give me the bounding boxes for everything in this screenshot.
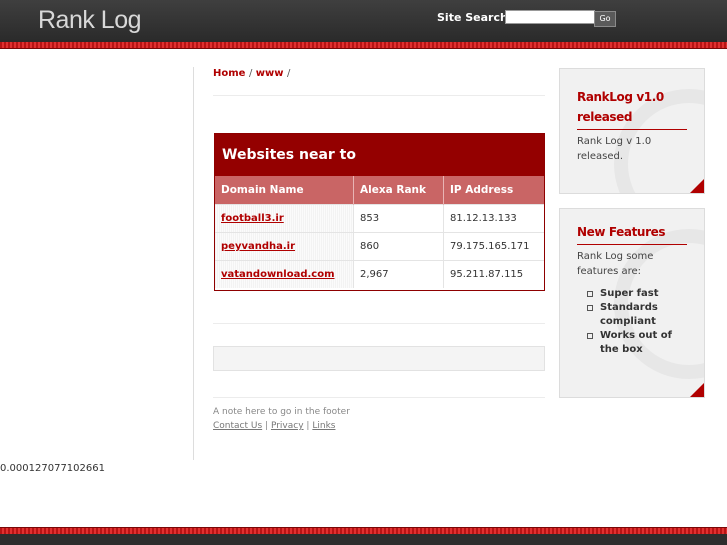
websites-table: Domain Name Alexa Rank IP Address footba… (215, 176, 544, 288)
breadcrumb-www[interactable]: www (256, 68, 284, 79)
footer-stripe (0, 527, 727, 534)
sidebar-box-text: Rank Log v 1.0 released. (577, 136, 652, 162)
panel-title: Websites near to (215, 134, 544, 176)
column-header-rank: Alexa Rank (353, 176, 444, 205)
search-label: Site Search: (437, 11, 513, 24)
breadcrumb-separator: / (248, 68, 253, 79)
search-input[interactable] (505, 10, 595, 24)
features-list: Super fast Standards compliant Works out… (577, 287, 687, 357)
domain-link[interactable]: peyvandha.ir (221, 241, 295, 252)
sidebar-box-title: New Features (577, 222, 687, 245)
domain-cell: football3.ir (215, 204, 354, 233)
sidebar-box-title: RankLog v1.0 released (577, 87, 687, 130)
list-item: Standards compliant (587, 301, 687, 329)
breadcrumb: Home / www / (213, 68, 290, 79)
link-separator: | (265, 421, 269, 431)
breadcrumb-home[interactable]: Home (213, 68, 245, 79)
privacy-link[interactable]: Privacy (271, 421, 304, 431)
sidebar-box-features: New Features Rank Log some features are:… (559, 208, 705, 398)
corner-fold-icon (690, 383, 704, 397)
domain-cell: vatandownload.com (215, 260, 354, 288)
header-stripe (0, 42, 727, 49)
header-bar: Rank Log Site Search: Go (0, 0, 727, 42)
footer-note: A note here to go in the footer (213, 407, 350, 417)
column-header-ip: IP Address (443, 176, 544, 205)
rank-cell: 2,967 (353, 260, 444, 288)
column-divider (193, 67, 194, 460)
divider (213, 397, 545, 398)
domain-cell: peyvandha.ir (215, 232, 354, 261)
table-header-row: Domain Name Alexa Rank IP Address (215, 176, 544, 205)
search-go-button[interactable]: Go (594, 11, 616, 27)
table-row: football3.ir 853 81.12.13.133 (215, 204, 544, 233)
ip-cell: 79.175.165.171 (443, 232, 544, 261)
link-separator: | (306, 421, 310, 431)
links-link[interactable]: Links (312, 421, 335, 431)
ip-cell: 81.12.13.133 (443, 204, 544, 233)
site-logo[interactable]: Rank Log (38, 6, 142, 35)
websites-panel: Websites near to Domain Name Alexa Rank … (214, 133, 545, 291)
sidebar-box-text: Rank Log some features are: (577, 251, 654, 277)
domain-link[interactable]: vatandownload.com (221, 269, 335, 280)
footer-links: Contact Us | Privacy | Links (213, 421, 335, 431)
sidebar-box-release: RankLog v1.0 released Rank Log v 1.0 rel… (559, 68, 705, 194)
table-row: vatandownload.com 2,967 95.211.87.115 (215, 260, 544, 288)
page-stat: 0.000127077102661 (0, 463, 105, 474)
ip-cell: 95.211.87.115 (443, 260, 544, 288)
column-header-domain: Domain Name (215, 176, 354, 205)
list-item: Super fast (587, 287, 687, 301)
contact-us-link[interactable]: Contact Us (213, 421, 262, 431)
divider (213, 95, 545, 96)
rank-cell: 853 (353, 204, 444, 233)
corner-fold-icon (690, 179, 704, 193)
footer-bar (0, 534, 727, 545)
rank-cell: 860 (353, 232, 444, 261)
table-row: peyvandha.ir 860 79.175.165.171 (215, 232, 544, 261)
list-item: Works out of the box (587, 329, 687, 357)
empty-content-box (213, 346, 545, 371)
breadcrumb-separator: / (287, 68, 291, 79)
domain-link[interactable]: football3.ir (221, 213, 284, 224)
divider (213, 323, 545, 324)
